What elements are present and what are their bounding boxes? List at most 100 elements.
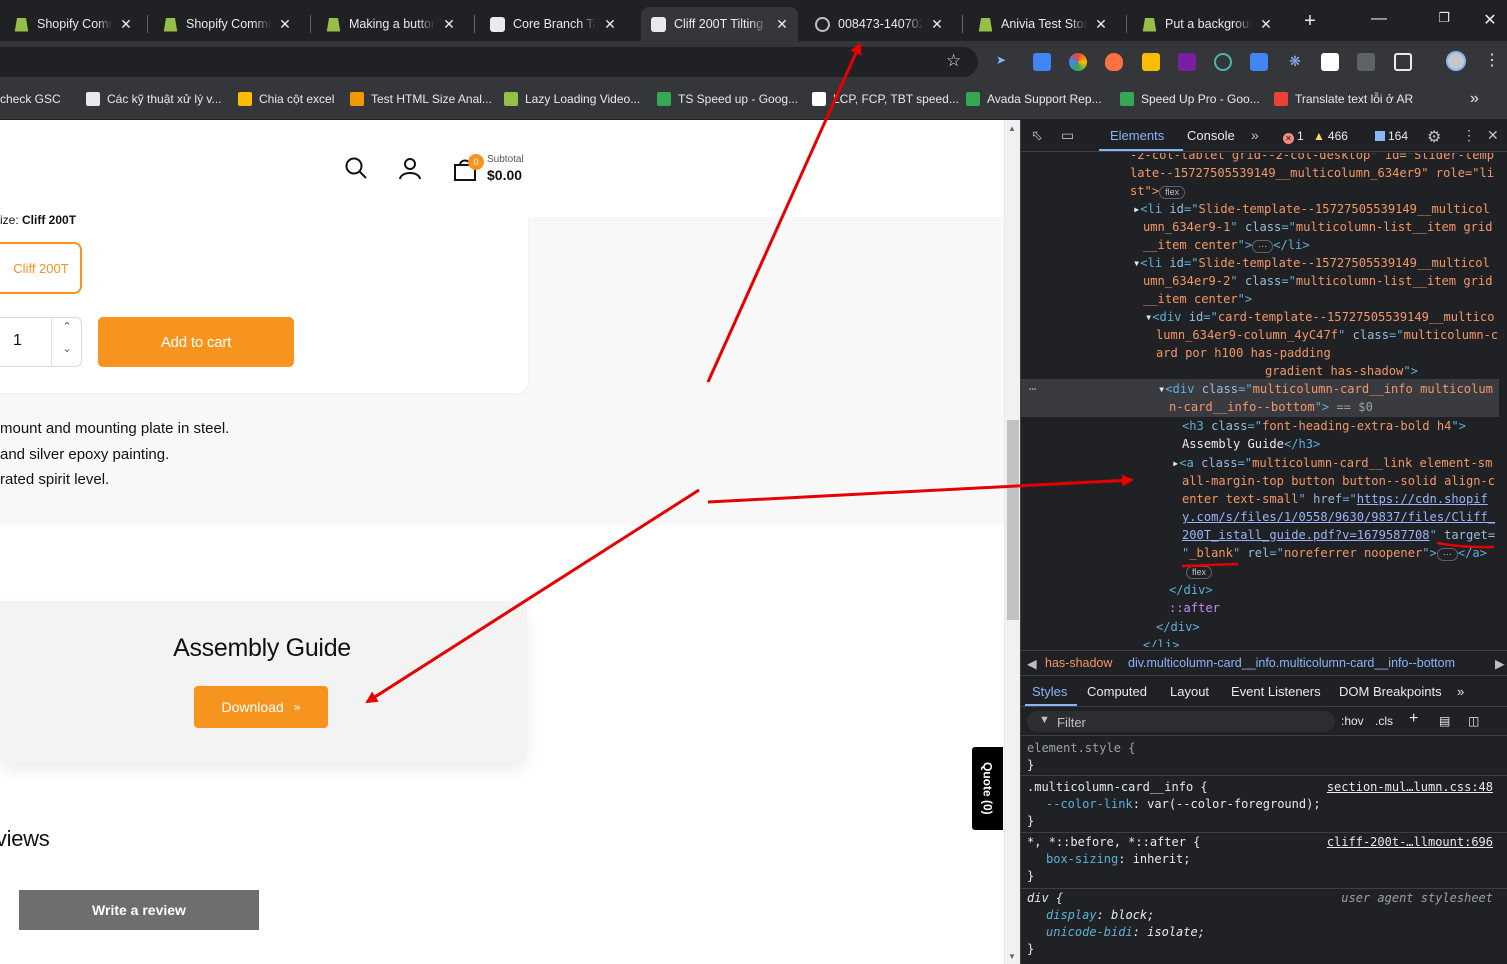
page-scrollbar[interactable]: ▲ ▼	[1004, 120, 1020, 964]
close-window-button[interactable]: ✕	[1478, 10, 1502, 30]
dom-line[interactable]: all-margin-top button button--solid alig…	[1182, 472, 1495, 490]
bookmark-item[interactable]: Avada Support Rep...	[966, 92, 1102, 106]
tab-console[interactable]: Console	[1187, 128, 1235, 143]
dom-line[interactable]: Assembly Guide</h3>	[1182, 435, 1320, 453]
tab-styles[interactable]: Styles	[1032, 684, 1067, 699]
dom-tree-scrollbar[interactable]	[1499, 153, 1507, 647]
error-count[interactable]: ✕ 1	[1283, 129, 1304, 144]
class-toggle[interactable]: .cls	[1375, 714, 1393, 728]
devtools-menu-icon[interactable]: ⋮	[1462, 127, 1476, 144]
tab-layout[interactable]: Layout	[1170, 684, 1209, 699]
close-tab-icon[interactable]: ✕	[929, 16, 945, 33]
bookmark-item[interactable]: Translate text lỗi ở AR	[1274, 92, 1413, 106]
inspect-element-icon[interactable]: ⬁	[1031, 127, 1043, 144]
dom-line[interactable]: __item center"> ⋯ </li>	[1143, 236, 1310, 254]
quantity-input[interactable]: 1	[13, 332, 22, 350]
add-to-cart-button[interactable]: Add to cart	[98, 317, 294, 367]
variant-option-cliff-200t[interactable]: Cliff 200T	[0, 242, 82, 294]
close-tab-icon[interactable]: ✕	[277, 16, 293, 33]
element-state-icon[interactable]: ▤	[1439, 714, 1450, 728]
bookmark-star-icon[interactable]: ☆	[946, 51, 961, 71]
dom-line[interactable]: ▾<li id="Slide-template--15727505539149_…	[1133, 254, 1490, 272]
chevron-down-icon[interactable]: ⌄	[53, 342, 81, 366]
extension-search-icon[interactable]	[1321, 53, 1339, 71]
dom-line[interactable]: umn_634er9-1" class="multicolumn-list__i…	[1143, 218, 1493, 236]
browser-tab[interactable]: Shopify Commun ✕	[4, 7, 142, 41]
bookmark-item[interactable]: Chia cột excel	[238, 92, 334, 106]
extension-spark-icon[interactable]: ❋	[1286, 53, 1304, 71]
breadcrumb-item[interactable]: has-shadow	[1045, 656, 1112, 670]
dom-line[interactable]: st"> flex	[1130, 182, 1186, 200]
close-tab-icon[interactable]: ✕	[1093, 16, 1109, 33]
quantity-stepper[interactable]: 1 ⌃ ⌄	[0, 317, 82, 367]
close-tab-icon[interactable]: ✕	[1258, 16, 1274, 33]
search-icon[interactable]	[344, 156, 368, 180]
node-actions-ellipsis[interactable]: ⋯	[1029, 380, 1036, 398]
dom-line[interactable]: </li>	[1143, 636, 1179, 647]
dom-line[interactable]: __item center">	[1143, 290, 1252, 308]
hover-state-toggle[interactable]: :hov	[1341, 714, 1364, 728]
address-bar[interactable]: ☆	[0, 47, 978, 77]
settings-gear-icon[interactable]: ⚙	[1427, 127, 1441, 147]
scroll-down-icon[interactable]: ▼	[1008, 952, 1016, 961]
tab-event-listeners[interactable]: Event Listeners	[1231, 684, 1321, 699]
account-icon[interactable]	[398, 156, 422, 180]
close-tab-icon[interactable]: ✕	[441, 16, 457, 33]
close-tab-icon[interactable]: ✕	[602, 16, 618, 33]
extension-code-icon[interactable]	[1357, 53, 1375, 71]
browser-tab[interactable]: Anivia Test Store ✕	[968, 7, 1117, 41]
issue-count[interactable]: 164	[1375, 129, 1408, 143]
browser-tab[interactable]: 008473-140702_I ✕	[805, 7, 953, 41]
new-tab-button[interactable]: +	[1299, 10, 1321, 33]
tab-dom-breakpoints[interactable]: DOM Breakpoints	[1339, 684, 1442, 699]
more-tabs-icon[interactable]: »	[1251, 127, 1259, 143]
write-review-button[interactable]: Write a review	[19, 890, 259, 930]
dom-line[interactable]: -2-col-tablet grid--2-col-desktop" id="S…	[1130, 153, 1494, 164]
href-link[interactable]: https://cdn.shopif	[1357, 492, 1488, 506]
chevron-up-icon[interactable]: ⌃	[53, 320, 81, 344]
dom-tree[interactable]: -2-col-tablet grid--2-col-desktop" id="S…	[1021, 153, 1499, 647]
style-rule-element[interactable]: element.style { }	[1021, 737, 1507, 776]
download-button[interactable]: Download»	[194, 686, 328, 728]
style-rule-multicolumn[interactable]: .multicolumn-card__info { section-mul…lu…	[1021, 777, 1507, 833]
quote-tab[interactable]: Quote (0)	[972, 747, 1003, 830]
breadcrumb-scroll-right-icon[interactable]: ▶	[1495, 656, 1505, 671]
style-rule-universal[interactable]: *, *::before, *::after { cliff-200t-…llm…	[1021, 834, 1507, 889]
dom-line[interactable]: gradient has-shadow">	[1265, 362, 1418, 380]
breadcrumb-item[interactable]: div.multicolumn-card__info.multicolumn-c…	[1128, 656, 1455, 670]
extension-translate-icon[interactable]	[1033, 53, 1051, 71]
extension-arrow-icon[interactable]: ➤	[996, 53, 1014, 71]
browser-tab[interactable]: Shopify Commun ✕	[153, 7, 301, 41]
dom-line[interactable]: ▸<li id="Slide-template--15727505539149_…	[1133, 200, 1490, 218]
tab-computed[interactable]: Computed	[1087, 684, 1147, 699]
extension-note-icon[interactable]	[1142, 53, 1160, 71]
dom-line-selected[interactable]: ▾<div class="multicolumn-card__info mult…	[1158, 380, 1493, 398]
dom-line[interactable]: 200T_istall_guide.pdf?v=1679587708" targ…	[1182, 526, 1495, 544]
dom-line[interactable]: ard por h100 has-padding	[1156, 344, 1331, 362]
dom-line[interactable]: y.com/s/files/1/0558/9630/9837/files/Cli…	[1182, 508, 1495, 526]
profile-avatar[interactable]	[1446, 51, 1466, 71]
scroll-up-icon[interactable]: ▲	[1008, 124, 1016, 133]
bookmarks-overflow-icon[interactable]: »	[1470, 90, 1479, 108]
browser-tab[interactable]: Put a background ✕	[1132, 7, 1282, 41]
extension-circle-icon[interactable]	[1214, 53, 1232, 71]
dom-line[interactable]: umn_634er9-2" class="multicolumn-list__i…	[1143, 272, 1493, 290]
browser-menu-icon[interactable]: ⋮	[1484, 50, 1500, 70]
dom-line[interactable]: lumn_634er9-column_4yC47f" class="multic…	[1156, 326, 1498, 344]
dom-line-selected[interactable]: n-card__info--bottom"> == $0	[1169, 398, 1373, 416]
device-toolbar-icon[interactable]: ▭	[1061, 127, 1074, 144]
more-style-tabs-icon[interactable]: »	[1457, 684, 1464, 699]
dom-line[interactable]: ▸<a class="multicolumn-card__link elemen…	[1172, 454, 1492, 472]
styles-filter-input[interactable]: ▼ Filter	[1027, 711, 1335, 732]
bookmark-item[interactable]: TS Speed up - Goog...	[657, 92, 798, 106]
dom-line[interactable]: enter text-small" href="https://cdn.shop…	[1182, 490, 1488, 508]
dom-line[interactable]: ::after	[1169, 599, 1220, 617]
new-rule-plus-icon[interactable]: +	[1409, 710, 1418, 728]
browser-tab[interactable]: Core Branch Table ✕	[480, 7, 626, 41]
bookmark-item[interactable]: Lazy Loading Video...	[504, 92, 640, 106]
toggle-sidebar-icon[interactable]: ◫	[1468, 714, 1479, 728]
close-tab-icon[interactable]: ✕	[118, 16, 134, 33]
bookmark-item[interactable]: LCP, FCP, TBT speed...	[812, 92, 959, 106]
tab-elements[interactable]: Elements	[1110, 128, 1164, 143]
extensions-puzzle-icon[interactable]	[1394, 53, 1412, 71]
